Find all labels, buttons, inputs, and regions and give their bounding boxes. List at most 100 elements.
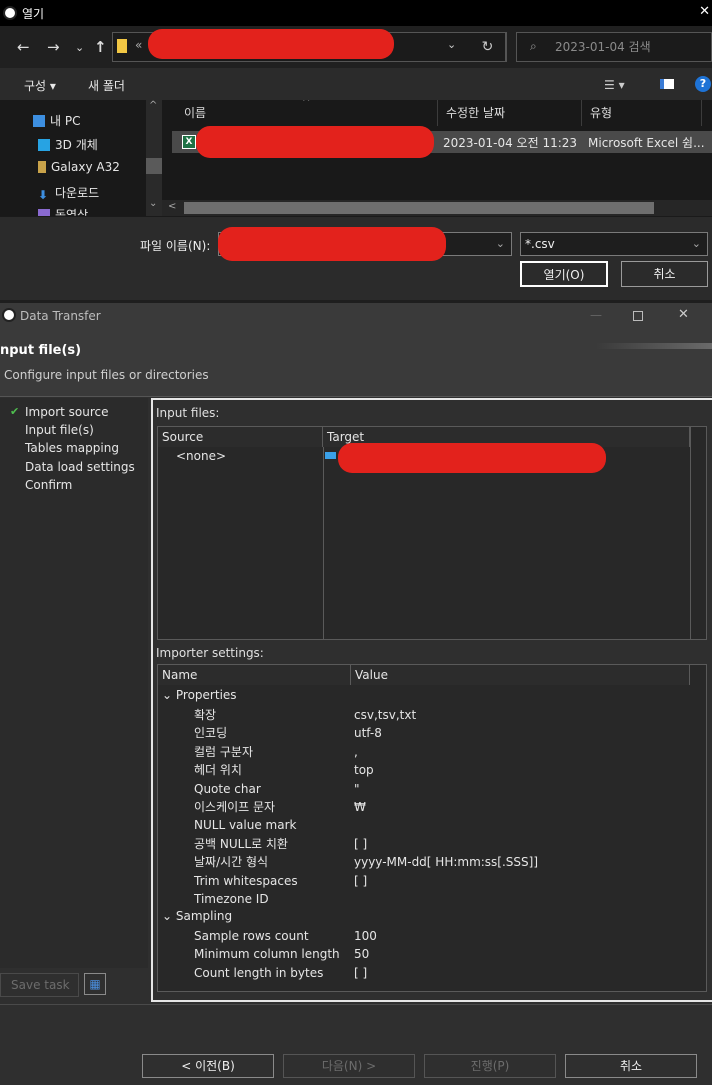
video-icon (38, 209, 50, 216)
search-input[interactable]: 2023-01-04 검색 (516, 32, 712, 62)
tree-item-3d[interactable]: 3D 개체 (38, 136, 98, 153)
tree-item-videos[interactable]: 동영상 (38, 206, 88, 216)
view-options-icon[interactable]: ☰ ▾ (604, 78, 625, 92)
property-row[interactable]: Quote char " (158, 780, 706, 798)
filename-label: 파일 이름(N): (140, 239, 211, 253)
redacted-target (338, 443, 606, 473)
redacted-path (148, 29, 394, 59)
maximize-icon[interactable] (633, 311, 643, 321)
chevron-down-icon[interactable]: ⌄ (162, 909, 172, 923)
data-transfer-dialog: Data Transfer — ✕ nput file(s) Configure… (0, 303, 712, 1085)
cancel-button[interactable]: 취소 (621, 261, 708, 287)
column-value[interactable]: Value (351, 665, 690, 685)
filename-dropdown-icon[interactable]: ⌄ (496, 233, 505, 255)
wizard-steps: ✔ Import source Input file(s) Tables map… (0, 398, 148, 968)
header-banner (596, 343, 712, 349)
proceed-button[interactable]: 진행(P) (424, 1054, 556, 1078)
tree-item-pc[interactable]: 내 PC (33, 112, 80, 129)
scroll-up-icon[interactable]: ^ (149, 100, 157, 111)
column-name[interactable]: Name (158, 665, 351, 685)
property-row[interactable]: 이스케이프 문자 ₩ (158, 798, 706, 816)
chevron-down-icon[interactable]: ⌄ (162, 688, 172, 702)
property-row[interactable]: 확장 csv,tsv,txt (158, 706, 706, 724)
save-task-button[interactable]: Save task (0, 973, 79, 997)
property-row[interactable]: 공백 NULL로 치환[ ] (158, 835, 706, 853)
wizard-body: ✔ Import source Input file(s) Tables map… (0, 398, 712, 1004)
property-row[interactable]: Sample rows count 100 (158, 927, 706, 945)
app-icon (3, 6, 17, 20)
file-type: Microsoft Excel 쉼... (588, 136, 705, 150)
property-row[interactable]: Timezone ID (158, 890, 706, 908)
command-bar: 구성 ▾ 새 폴더 ☰ ▾ ? (0, 68, 712, 100)
data-transfer-title: Data Transfer (20, 309, 101, 323)
step-input-files[interactable]: Input file(s) (25, 423, 94, 437)
wizard-main-panel: Input files: Source Target <none> Import… (151, 398, 712, 1002)
input-files-label: Input files: (156, 406, 220, 420)
property-row[interactable]: 인코딩 utf-8 (158, 724, 706, 742)
help-icon[interactable]: ? (695, 76, 711, 92)
filter-dropdown-icon[interactable]: ⌄ (692, 233, 701, 255)
horizontal-scrollbar[interactable]: < (162, 200, 712, 216)
minimize-icon[interactable]: — (590, 308, 602, 322)
scroll-down-icon[interactable]: ⌄ (149, 198, 157, 209)
step-import-source[interactable]: Import source (25, 405, 109, 419)
property-row[interactable]: Minimum column length 50 (158, 945, 706, 963)
source-cell[interactable]: <none> (176, 449, 226, 463)
column-source[interactable]: Source (158, 427, 323, 447)
column-type[interactable]: 유형 (582, 100, 702, 126)
step-confirm[interactable]: Confirm (25, 478, 72, 492)
column-modified[interactable]: 수정한 날짜 (438, 100, 582, 126)
open-dialog-title: 열기 (22, 7, 45, 21)
next-button[interactable]: 다음(N) > (283, 1054, 415, 1078)
tree-item-galaxy[interactable]: Galaxy A32 (38, 160, 120, 174)
chevron-down-icon[interactable]: ⌄ (75, 41, 84, 54)
redacted-filename (196, 126, 434, 158)
step-data-load-settings[interactable]: Data load settings (25, 460, 135, 474)
scroll-left-icon[interactable]: < (168, 201, 176, 212)
page-subtitle: Configure input files or directories (4, 368, 209, 382)
step-tables-mapping[interactable]: Tables mapping (25, 441, 119, 455)
organize-button[interactable]: 구성 ▾ (24, 77, 56, 94)
preview-pane-icon[interactable] (660, 79, 674, 89)
navigation-bar: ← → ⌄ ↑ « ⌄ ↻ 2023-01-04 검색 ⌕ (0, 26, 712, 68)
open-button[interactable]: 열기(O) (520, 261, 608, 287)
up-arrow-icon[interactable]: ↑ (94, 38, 107, 56)
importer-settings-table: Name Value ⌄ Properties 확장 csv,tsv,txt 인코… (157, 664, 707, 992)
importer-settings-label: Importer settings: (156, 646, 264, 660)
close-icon[interactable]: ✕ (699, 4, 710, 19)
search-icon: ⌕ (530, 39, 537, 53)
open-file-dialog: 열기 ✕ ← → ⌄ ↑ « ⌄ ↻ 2023-01-04 검색 ⌕ 구성 ▾ … (0, 0, 712, 300)
tree-item-downloads[interactable]: ⬇ 다운로드 (38, 184, 99, 202)
refresh-icon[interactable]: ↻ (470, 32, 506, 62)
tree-scrollbar[interactable]: ^ ⌄ (146, 100, 162, 216)
address-dropdown-icon[interactable]: ⌄ (447, 38, 456, 51)
folder-icon (117, 39, 127, 53)
new-folder-button[interactable]: 새 폴더 (88, 77, 125, 94)
check-icon: ✔ (10, 405, 20, 418)
property-row[interactable]: 헤더 위치 top (158, 761, 706, 779)
wizard-footer: < 이전(B) 다음(N) > 진행(P) 취소 (0, 1004, 712, 1085)
file-type-filter[interactable]: *.csv ⌄ (520, 232, 708, 256)
redacted-input (218, 227, 446, 261)
data-transfer-titlebar: Data Transfer — ✕ (0, 303, 712, 329)
dbeaver-icon (2, 308, 16, 322)
open-dialog-titlebar: 열기 ✕ (0, 0, 712, 26)
forward-arrow-icon[interactable]: → (47, 38, 60, 56)
cancel-button[interactable]: 취소 (565, 1054, 697, 1078)
sort-asc-icon: ^ (302, 100, 311, 108)
page-title: nput file(s) (0, 343, 82, 358)
property-row[interactable]: 날짜/시간 형식 yyyy-MM-dd[ HH:mm:ss[.SSS]] (158, 853, 706, 871)
back-button[interactable]: < 이전(B) (142, 1054, 274, 1078)
horizontal-scroll-thumb[interactable] (184, 202, 654, 214)
file-list: 이름 ^ 수정한 날짜 유형 X 2023-01-04 오전 11:23 Mic… (162, 100, 712, 216)
group-sampling[interactable]: ⌄ Sampling (162, 909, 232, 923)
close-icon[interactable]: ✕ (678, 307, 689, 322)
property-row[interactable]: Count length in bytes[ ] (158, 964, 706, 982)
property-row[interactable]: 컬럼 구분자, (158, 743, 706, 761)
property-row[interactable]: NULL value mark (158, 816, 706, 834)
task-icon[interactable]: ▦ (84, 973, 106, 995)
property-row[interactable]: Trim whitespaces[ ] (158, 872, 706, 890)
group-properties[interactable]: ⌄ Properties (162, 688, 237, 702)
scroll-thumb[interactable] (146, 158, 162, 174)
back-arrow-icon[interactable]: ← (17, 38, 30, 56)
